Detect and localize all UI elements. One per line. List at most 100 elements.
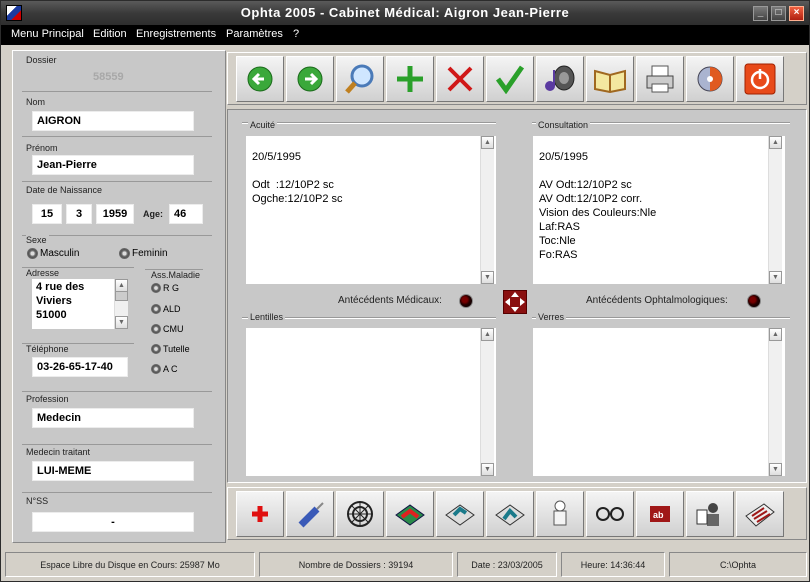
menu-principal[interactable]: Menu Principal: [11, 28, 84, 40]
app-window: Ophta 2005 - Cabinet Médical: Aigron Jea…: [0, 0, 810, 582]
radio-icon: [151, 344, 161, 354]
verres-scrollbar[interactable]: ▲ ▼: [768, 328, 782, 476]
sexe-feminin-radio[interactable]: Feminin: [119, 248, 168, 259]
scroll-up-icon[interactable]: ▲: [769, 136, 782, 149]
nss-field[interactable]: -: [32, 512, 194, 532]
sound-button[interactable]: [536, 56, 584, 102]
acuite-scrollbar[interactable]: ▲ ▼: [480, 136, 494, 284]
folder-arrow-button[interactable]: [486, 491, 534, 537]
prenom-field[interactable]: Jean-Pierre: [32, 155, 194, 175]
status-time: Heure: 14:36:44: [561, 552, 665, 577]
atcd-medicaux-indicator[interactable]: [459, 294, 473, 308]
scroll-down-icon[interactable]: ▼: [115, 316, 128, 329]
minimize-button[interactable]: _: [753, 6, 768, 21]
scroll-down-icon[interactable]: ▼: [769, 463, 782, 476]
back-button[interactable]: [236, 56, 284, 102]
ab-label-icon: ab: [650, 506, 670, 522]
speaker-icon: [545, 65, 575, 91]
atcd-ophtalmo-indicator[interactable]: [747, 294, 761, 308]
birth-year-field[interactable]: 1959: [96, 204, 134, 224]
keyboard-button[interactable]: [736, 491, 784, 537]
lentilles-label: Lentilles: [248, 312, 286, 322]
sexe-masculin-radio[interactable]: Masculin: [27, 248, 79, 259]
scroll-down-icon[interactable]: ▼: [481, 271, 494, 284]
chef-button[interactable]: [536, 491, 584, 537]
profession-field[interactable]: Medecin: [32, 408, 194, 428]
telephone-field[interactable]: 03-26-65-17-40: [32, 357, 128, 377]
birth-month-field[interactable]: 3: [66, 204, 92, 224]
ass-maladie-label: Ass.Maladie: [151, 270, 203, 280]
folder-teal-button[interactable]: [436, 491, 484, 537]
verres-textarea[interactable]: [533, 328, 785, 476]
divider: [22, 136, 212, 137]
close-button[interactable]: ×: [789, 6, 804, 21]
scroll-down-icon[interactable]: ▼: [481, 463, 494, 476]
validate-button[interactable]: [486, 56, 534, 102]
menu-enregistrements[interactable]: Enregistrements: [136, 28, 216, 40]
status-date: Date : 23/03/2005: [457, 552, 557, 577]
label-button[interactable]: ab: [636, 491, 684, 537]
radio-icon: [151, 304, 161, 314]
media-icon: [697, 66, 723, 92]
radio-icon: [119, 248, 130, 259]
text-line: 20/5/1995: [539, 151, 588, 163]
power-icon: [744, 63, 776, 95]
target-icon: [347, 501, 373, 527]
window-title: Ophta 2005 - Cabinet Médical: Aigron Jea…: [240, 5, 570, 20]
birth-day-field[interactable]: 15: [32, 204, 62, 224]
divider: [22, 181, 212, 182]
text-line: Laf:RAS: [539, 221, 580, 233]
menu-parametres[interactable]: Paramètres: [226, 28, 283, 40]
status-path: C:\Ophta: [669, 552, 807, 577]
quit-button[interactable]: [736, 56, 784, 102]
lentilles-scrollbar[interactable]: ▲ ▼: [480, 328, 494, 476]
status-bar: Espace Libre du Disque en Cours: 25987 M…: [5, 552, 807, 577]
add-button[interactable]: [386, 56, 434, 102]
scroll-down-icon[interactable]: ▼: [769, 271, 782, 284]
medecin-field[interactable]: LUI-MEME: [32, 461, 194, 481]
menu-edition[interactable]: Edition: [93, 28, 127, 40]
media-button[interactable]: [686, 56, 734, 102]
divider: [22, 492, 212, 493]
expand-button[interactable]: [503, 290, 527, 314]
nss-label: N°SS: [26, 496, 51, 506]
consultation-scrollbar[interactable]: ▲ ▼: [768, 136, 782, 284]
scroll-up-icon[interactable]: ▲: [481, 136, 494, 149]
book-button[interactable]: [586, 56, 634, 102]
scroll-up-icon[interactable]: ▲: [769, 328, 782, 341]
delete-button[interactable]: [436, 56, 484, 102]
maximize-button[interactable]: □: [771, 6, 786, 21]
forward-button[interactable]: [286, 56, 334, 102]
consultation-textarea[interactable]: 20/5/1995 AV Odt:12/10P2 sc AV Odt:12/10P2…: [533, 136, 785, 284]
ass-ac-radio[interactable]: A C: [151, 364, 178, 374]
target-button[interactable]: [336, 491, 384, 537]
glasses-button[interactable]: [586, 491, 634, 537]
acuite-textarea[interactable]: 20/5/1995 Odt :12/10P2 sc Ogche:12/10P2 sc: [246, 136, 496, 284]
doctor-button[interactable]: [686, 491, 734, 537]
ass-tutelle-radio[interactable]: Tutelle: [151, 344, 190, 354]
medical-button[interactable]: [236, 491, 284, 537]
ass-cmu-radio[interactable]: CMU: [151, 324, 184, 334]
validate-icon: [495, 65, 525, 94]
syringe-button[interactable]: [286, 491, 334, 537]
print-button[interactable]: [636, 56, 684, 102]
lentilles-textarea[interactable]: [246, 328, 496, 476]
radio-label: CMU: [163, 324, 184, 334]
radio-label: R G: [163, 283, 180, 293]
adresse-field[interactable]: 4 rue des Viviers 51000 ▲ ▼: [32, 279, 128, 329]
search-button[interactable]: [336, 56, 384, 102]
ass-rg-radio[interactable]: R G: [151, 283, 179, 293]
adresse-scrollbar[interactable]: ▲ ▼: [114, 279, 128, 329]
radio-label: Masculin: [40, 248, 80, 259]
radio-label: Feminin: [132, 248, 168, 259]
folder-red-button[interactable]: [386, 491, 434, 537]
text-line: AV Odt:12/10P2 sc: [539, 179, 632, 191]
nom-field[interactable]: AIGRON: [32, 111, 194, 131]
scroll-thumb[interactable]: [115, 291, 128, 301]
scroll-up-icon[interactable]: ▲: [481, 328, 494, 341]
ass-ald-radio[interactable]: ALD: [151, 304, 181, 314]
age-field[interactable]: 46: [169, 204, 203, 224]
text-line: Ogche:12/10P2 sc: [252, 193, 343, 205]
status-disk: Espace Libre du Disque en Cours: 25987 M…: [5, 552, 255, 577]
menu-help[interactable]: ?: [293, 28, 299, 40]
